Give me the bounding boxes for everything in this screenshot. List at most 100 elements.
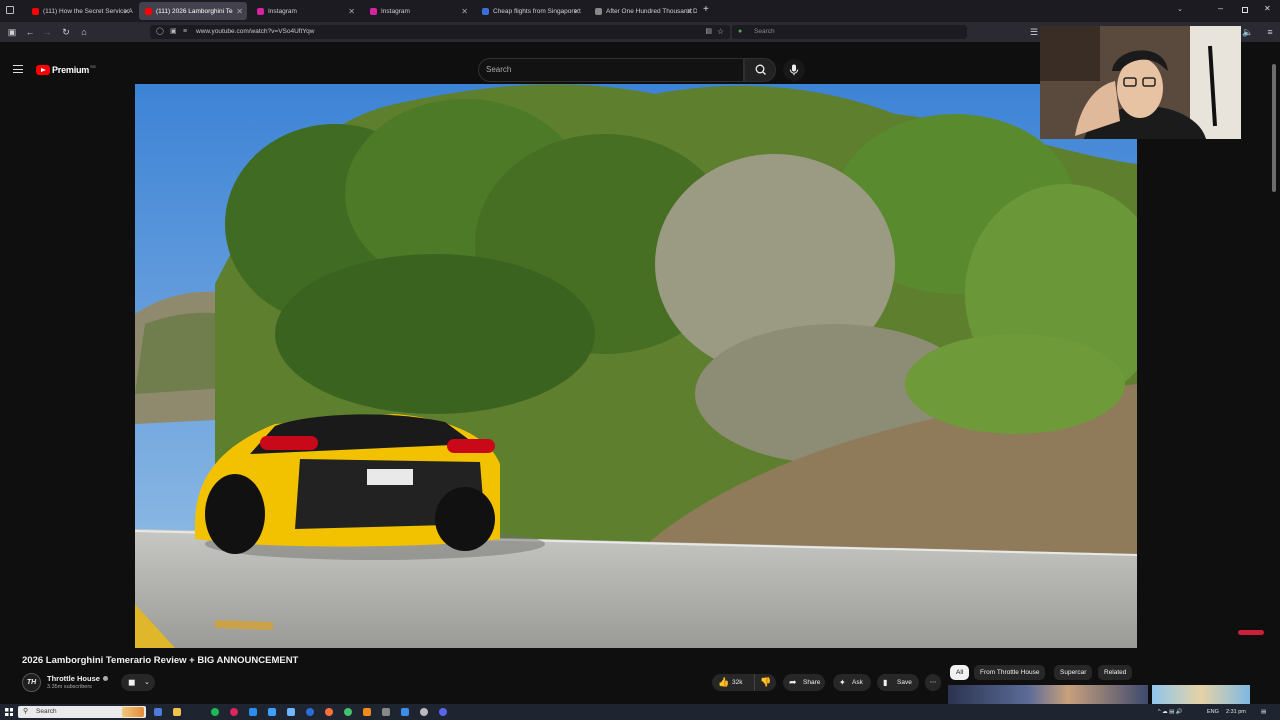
app-menu-icon[interactable]: ≡: [1264, 26, 1276, 38]
browser-search-placeholder: Search: [754, 28, 775, 35]
discord-icon[interactable]: [439, 708, 447, 716]
permissions-icon[interactable]: ≡: [183, 25, 187, 39]
youtube-search-input[interactable]: Search: [478, 58, 744, 82]
new-tab-button[interactable]: +: [703, 4, 709, 15]
channel-avatar[interactable]: TH: [22, 673, 41, 692]
close-tab-icon[interactable]: ✕: [686, 7, 693, 16]
filter-chip[interactable]: Related: [1098, 665, 1133, 680]
youtube-logo[interactable]: Premium SG: [36, 64, 96, 76]
channel-avatar-initials: TH: [26, 679, 37, 686]
more-horizontal-icon: ⋯: [929, 679, 937, 686]
save-playlist-icon: ▮: [883, 678, 888, 687]
firefox-icon[interactable]: [325, 708, 333, 716]
minimize-button[interactable]: –: [1218, 3, 1223, 13]
youtube-search-button[interactable]: [744, 58, 776, 82]
video-player[interactable]: [135, 84, 1137, 648]
browser-tab[interactable]: Instagram ✕: [364, 2, 472, 20]
app-icon[interactable]: [420, 708, 428, 716]
video-title: 2026 Lamborghini Temerario Review + BIG …: [22, 655, 299, 666]
channel-name[interactable]: Throttle House: [47, 674, 100, 683]
address-bar[interactable]: ◯ ▣ ≡ www.youtube.com/watch?v=VSo4UftYqw…: [150, 25, 730, 39]
close-window-button[interactable]: ✕: [1264, 4, 1271, 13]
share-label: Share: [803, 679, 821, 686]
taskbar-search-box[interactable]: ⚲ Search: [18, 706, 146, 718]
app-icon[interactable]: [249, 708, 257, 716]
app-icon[interactable]: [306, 708, 314, 716]
clock-time[interactable]: 2:31 pm: [1226, 707, 1246, 717]
tab-favicon-icon: [370, 7, 377, 15]
share-button[interactable]: ➦ Share: [783, 674, 825, 691]
scrollbar-thumb[interactable]: [1272, 64, 1276, 192]
browser-tab[interactable]: After One Hundred Thousand D ✕: [589, 2, 697, 20]
close-tab-icon[interactable]: ✕: [348, 7, 355, 16]
video-frame: [135, 84, 1137, 648]
browser-tab[interactable]: (111) 2026 Lamborghini Te ✕: [139, 2, 247, 20]
url-text: www.youtube.com/watch?v=VSo4UftYqw: [196, 28, 315, 35]
filter-chip[interactable]: All: [950, 665, 970, 680]
home-button[interactable]: ⌂: [78, 26, 90, 38]
windows-start-icon[interactable]: [5, 708, 13, 716]
filter-chip[interactable]: Supercar: [1054, 665, 1093, 680]
streamer-camera-feed: [1040, 26, 1241, 139]
app-icon[interactable]: [344, 708, 352, 716]
close-tab-icon[interactable]: ✕: [573, 7, 580, 16]
sparkle-icon: ✦: [839, 678, 846, 687]
notification-bell-button[interactable]: ◼ ⌄: [121, 674, 155, 691]
sidebar-toggle-icon[interactable]: [6, 6, 14, 14]
thumbs-up-icon: 👍: [718, 677, 730, 687]
shield-icon[interactable]: ◯: [156, 25, 164, 39]
app-icon[interactable]: [230, 708, 238, 716]
file-explorer-icon[interactable]: [173, 708, 181, 716]
close-tab-icon[interactable]: ✕: [123, 7, 130, 16]
more-actions-button[interactable]: ⋯: [925, 674, 941, 691]
like-dislike-group: 👍 32k 👎: [712, 674, 776, 691]
save-button[interactable]: ▮ Save: [877, 674, 919, 691]
microphone-icon: [789, 64, 799, 76]
filter-chip[interactable]: From Throttle House: [974, 665, 1046, 680]
browser-tab[interactable]: Cheap flights from Singapore t ✕: [476, 2, 584, 20]
browser-search-field[interactable]: ● Search: [732, 25, 967, 39]
back-button[interactable]: ←: [24, 26, 36, 38]
related-video-thumbnail[interactable]: [948, 685, 1148, 704]
app-icon[interactable]: [363, 708, 371, 716]
tab-label: After One Hundred Thousand D: [606, 7, 697, 15]
save-label: Save: [897, 679, 912, 686]
page-scrollbar[interactable]: [1271, 56, 1277, 704]
language-indicator[interactable]: ENG: [1207, 707, 1219, 717]
tab-list-chevron-icon[interactable]: ⌄: [1177, 5, 1183, 13]
notification-icon[interactable]: ▤: [1261, 707, 1266, 717]
voice-search-button[interactable]: [783, 59, 805, 81]
guide-menu-icon[interactable]: [13, 65, 23, 73]
volume-icon[interactable]: 🔈: [1242, 26, 1254, 38]
forward-button[interactable]: →: [41, 26, 53, 38]
lock-icon[interactable]: ▣: [170, 25, 177, 39]
system-tray-icons[interactable]: ^ ☁ ▤ 🔊: [1158, 707, 1183, 717]
close-tab-icon[interactable]: ✕: [461, 7, 468, 16]
app-icon[interactable]: [268, 708, 276, 716]
reader-view-icon[interactable]: ▤: [705, 25, 712, 39]
live-indicator-badge: [1238, 630, 1264, 635]
reload-button[interactable]: ↻: [60, 26, 72, 38]
sidebar-icon[interactable]: ▣: [6, 26, 18, 38]
tab-favicon-icon: [482, 7, 489, 15]
browser-tab[interactable]: (111) How the Secret Service A ✕: [26, 2, 134, 20]
like-button[interactable]: 👍 32k: [712, 674, 752, 691]
related-video-thumbnail[interactable]: [1152, 685, 1250, 704]
close-tab-icon[interactable]: ✕: [236, 7, 243, 16]
app-icon[interactable]: [401, 708, 409, 716]
app-icon[interactable]: [382, 708, 390, 716]
tab-favicon-icon: [257, 7, 264, 15]
app-icon[interactable]: [287, 708, 295, 716]
dislike-button[interactable]: 👎: [754, 674, 776, 691]
search-highlight-icon: [122, 707, 144, 717]
spotify-icon[interactable]: [211, 708, 219, 716]
chevron-down-icon: ⌄: [144, 679, 150, 686]
maximize-button[interactable]: [1242, 7, 1248, 13]
tab-label: (111) How the Secret Service A: [43, 7, 133, 15]
bookmark-star-icon[interactable]: ☆: [717, 25, 724, 39]
tab-label: Instagram: [268, 7, 297, 15]
library-icon[interactable]: ☰: [1028, 26, 1040, 38]
task-view-icon[interactable]: [154, 708, 162, 716]
browser-tab[interactable]: Instagram ✕: [251, 2, 359, 20]
ask-button[interactable]: ✦ Ask: [833, 674, 871, 691]
